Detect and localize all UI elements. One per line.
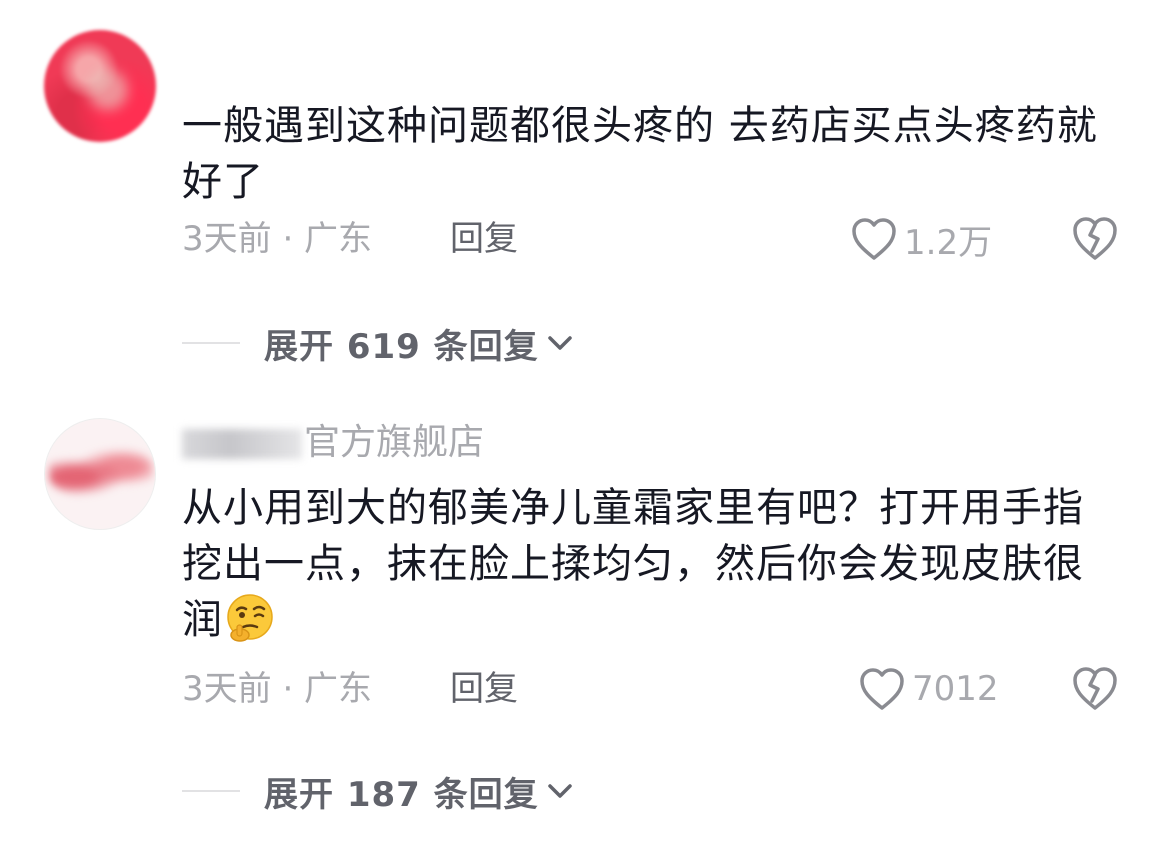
expand-divider [182,342,240,344]
like-button[interactable]: 7012 [858,664,999,714]
reply-button[interactable]: 回复 [450,214,518,264]
comment-text-body: 从小用到大的郁美净儿童霜家里有吧？打开用手指挖出一点，抹在脸上揉均匀，然后你会发… [182,485,1084,643]
username-redacted [182,429,302,459]
comment-time-location: 3天前 · 广东 [182,669,373,709]
chevron-down-icon [547,784,572,798]
broken-heart-icon [1073,217,1117,260]
expand-replies-label: 展开 187 条回复 [264,774,539,815]
like-button[interactable]: 1.2万 [850,214,992,264]
like-count: 7012 [912,669,999,709]
avatar[interactable] [44,30,156,142]
thinking-wink-emoji [223,591,277,645]
heart-outline-icon [860,668,904,710]
like-count: 1.2万 [904,222,993,263]
comment-text: 从小用到大的郁美净儿童霜家里有吧？打开用手指挖出一点，抹在脸上揉均匀，然后你会发… [182,480,1112,649]
expand-replies-label: 展开 619 条回复 [264,326,539,367]
reply-button[interactable]: 回复 [450,664,518,714]
dislike-button[interactable] [1070,214,1120,264]
expand-replies[interactable]: 展开 619 条回复 [182,318,575,368]
expand-replies[interactable]: 展开 187 条回复 [182,766,575,816]
username-suffix: 官方旗舰店 [304,422,485,463]
heart-outline-icon [852,218,896,260]
avatar[interactable] [44,418,156,530]
username[interactable]: 官方旗舰店 [182,418,484,468]
dislike-button[interactable] [1070,664,1120,714]
comment-time-location: 3天前 · 广东 [182,219,373,259]
broken-heart-icon [1073,667,1117,710]
expand-divider [182,790,240,792]
comment-text: 一般遇到这种问题都很头疼的 去药店买点头疼药就好了 [182,103,1098,205]
chevron-down-icon [547,336,572,350]
